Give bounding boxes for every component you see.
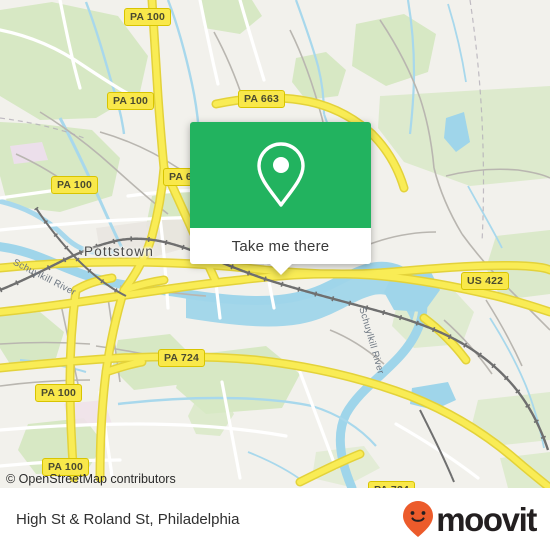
osm-attribution[interactable]: © OpenStreetMap contributors bbox=[6, 472, 176, 486]
road-shield-pa-100-sw: PA 100 bbox=[35, 384, 83, 402]
popup-pointer-tail bbox=[269, 264, 292, 275]
take-me-there-label: Take me there bbox=[231, 237, 330, 255]
road-shield-pa-663: PA 663 bbox=[238, 90, 286, 108]
take-me-there-button[interactable]: Take me there bbox=[190, 228, 371, 264]
location-popup-card[interactable]: Take me there bbox=[190, 122, 371, 275]
road-shield-pa-724-west: PA 724 bbox=[158, 349, 206, 367]
road-shield-pa-100-west: PA 100 bbox=[51, 176, 99, 194]
footer-bar: High St & Roland St, Philadelphia moovit bbox=[0, 488, 550, 550]
road-shield-pa-100-mid: PA 100 bbox=[107, 92, 155, 110]
moovit-logo[interactable]: moovit bbox=[402, 500, 537, 538]
popup-icon-panel bbox=[190, 122, 371, 228]
road-shield-pa-724-south: PA 724 bbox=[368, 481, 416, 488]
map-pin-icon bbox=[256, 142, 305, 207]
moovit-smiley-pin-icon bbox=[403, 501, 434, 537]
moovit-wordmark: moovit bbox=[436, 500, 537, 538]
map-canvas[interactable]: Pottstown Schuylkill River Schuylkill Ri… bbox=[0, 0, 550, 488]
road-shield-pa-100-north: PA 100 bbox=[124, 8, 172, 26]
location-title: High St & Roland St, Philadelphia bbox=[16, 510, 240, 528]
road-shield-us-422: US 422 bbox=[461, 272, 510, 290]
place-label-pottstown: Pottstown bbox=[84, 244, 155, 259]
